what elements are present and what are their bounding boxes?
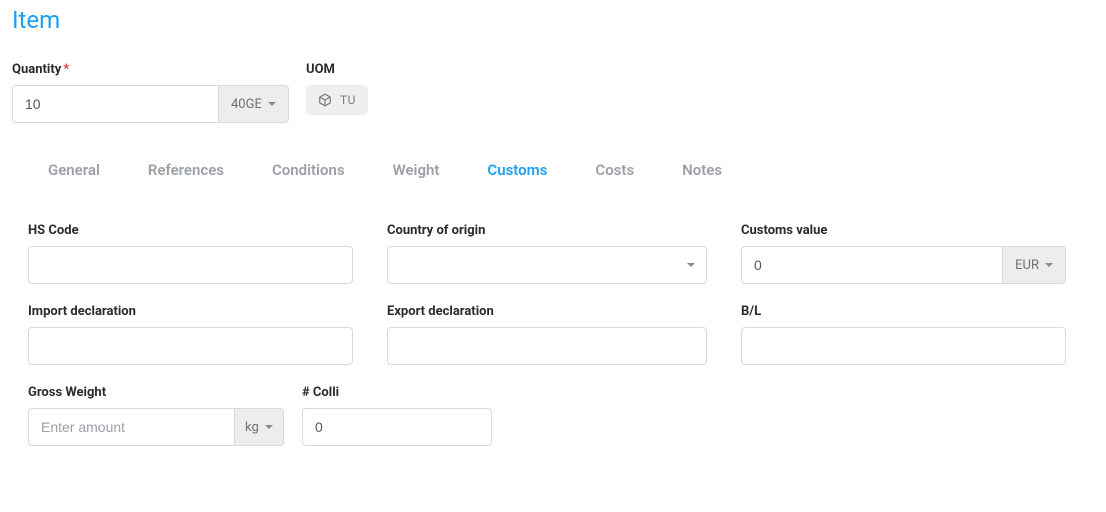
bl-label: B/L: [741, 304, 1066, 319]
tab-customs[interactable]: Customs: [487, 157, 547, 183]
chevron-down-icon: [268, 102, 276, 106]
chevron-down-icon: [687, 263, 695, 267]
tab-costs[interactable]: Costs: [595, 157, 634, 183]
uom-value: TU: [340, 93, 356, 107]
gross-weight-group: Gross Weight kg: [28, 385, 268, 446]
colli-group: # Colli: [302, 385, 492, 446]
cube-icon: [318, 93, 332, 107]
tab-conditions[interactable]: Conditions: [272, 157, 345, 183]
customs-value-input[interactable]: [741, 246, 1002, 284]
bl-input[interactable]: [741, 327, 1066, 365]
gross-weight-label: Gross Weight: [28, 385, 268, 400]
export-decl-label: Export declaration: [387, 304, 707, 319]
colli-label: # Colli: [302, 385, 492, 400]
bl-group: B/L: [741, 304, 1066, 365]
customs-currency-dropdown[interactable]: EUR: [1002, 246, 1066, 284]
uom-chip[interactable]: TU: [306, 85, 368, 115]
export-decl-group: Export declaration: [387, 304, 707, 365]
gross-weight-input[interactable]: [28, 408, 234, 446]
customs-currency-label: EUR: [1015, 258, 1039, 273]
uom-group: UOM TU: [306, 62, 368, 123]
quantity-input[interactable]: [12, 85, 218, 123]
customs-value-label: Customs value: [741, 223, 1066, 238]
page-title: Item: [12, 6, 1094, 34]
quantity-group: Quantity* 40GE: [12, 62, 272, 123]
colli-input[interactable]: [302, 408, 492, 446]
tab-weight[interactable]: Weight: [393, 157, 440, 183]
hs-code-group: HS Code: [28, 223, 353, 284]
import-decl-input[interactable]: [28, 327, 353, 365]
chevron-down-icon: [1045, 263, 1053, 267]
import-decl-label: Import declaration: [28, 304, 353, 319]
import-decl-group: Import declaration: [28, 304, 353, 365]
country-label: Country of origin: [387, 223, 707, 238]
gross-weight-unit-label: kg: [245, 420, 259, 435]
export-decl-input[interactable]: [387, 327, 707, 365]
country-group: Country of origin: [387, 223, 707, 284]
hs-code-input[interactable]: [28, 246, 353, 284]
uom-label: UOM: [306, 62, 368, 77]
customs-value-group: Customs value EUR: [741, 223, 1066, 284]
quantity-unit-label: 40GE: [231, 97, 262, 112]
quantity-unit-dropdown[interactable]: 40GE: [218, 85, 289, 123]
gross-weight-unit-dropdown[interactable]: kg: [234, 408, 284, 446]
hs-code-label: HS Code: [28, 223, 353, 238]
tab-references[interactable]: References: [148, 157, 224, 183]
chevron-down-icon: [265, 425, 273, 429]
tabs: General References Conditions Weight Cus…: [12, 157, 1094, 183]
country-select[interactable]: [387, 246, 707, 284]
quantity-label: Quantity*: [12, 62, 272, 77]
tab-notes[interactable]: Notes: [682, 157, 722, 183]
country-input[interactable]: [387, 246, 707, 284]
tab-general[interactable]: General: [48, 157, 100, 183]
